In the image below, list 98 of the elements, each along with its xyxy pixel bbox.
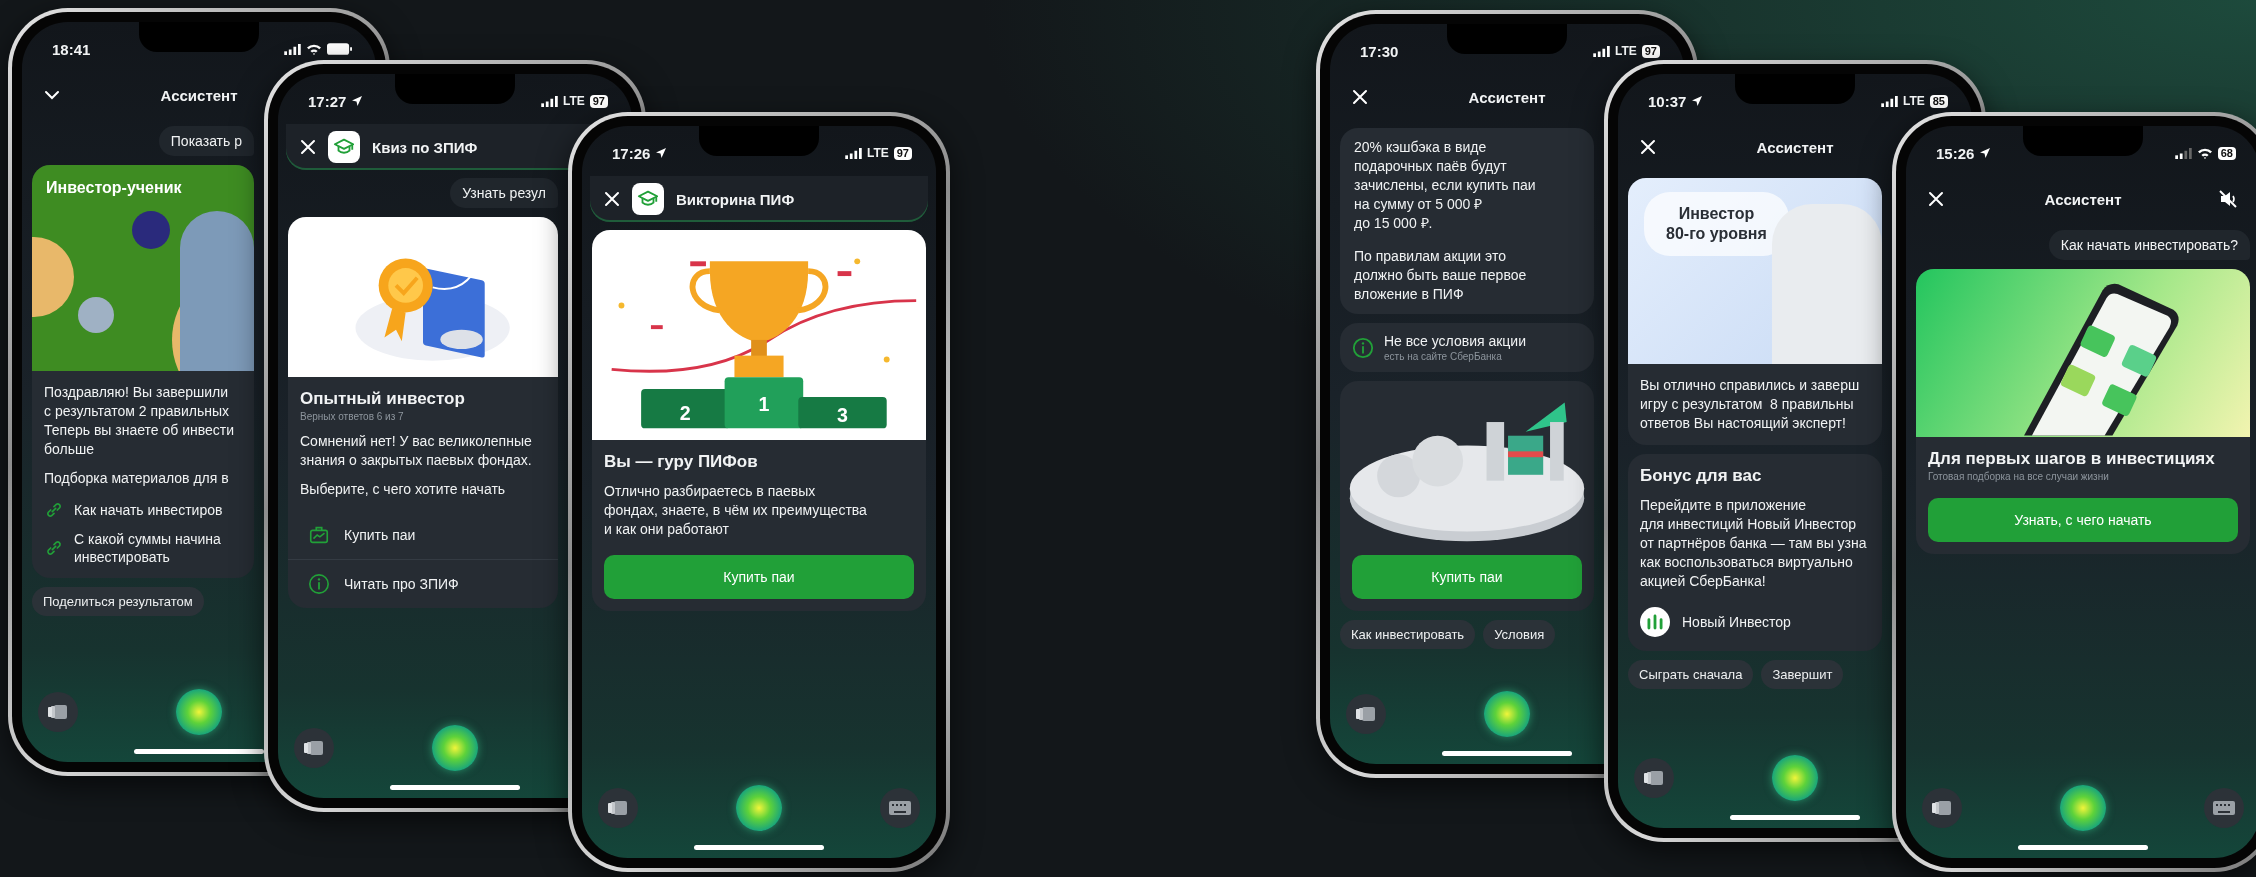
card-text: Вы отлично справились и заверш игру с результатом 8 правильны ответов Вы настоящий эксперт! <box>1640 376 1861 433</box>
battery-indicator: 68 <box>2217 146 2236 160</box>
link-icon <box>44 500 64 520</box>
keyboard-button[interactable] <box>2204 788 2244 828</box>
battery-indicator: 97 <box>1641 44 1660 58</box>
banner-title: Инвестор 80-го уровня <box>1644 192 1789 256</box>
header-title: Викторина ПИФ <box>676 190 795 208</box>
voice-assistant-orb[interactable] <box>736 785 782 831</box>
header-title: Ассистент <box>2044 190 2122 208</box>
suggestion-chip[interactable]: Как инвестировать <box>1340 620 1476 649</box>
status-time: 17:30 <box>1360 42 1399 60</box>
decor-circle <box>78 297 114 333</box>
action-link[interactable]: Купить паи <box>344 527 416 543</box>
voice-assistant-orb[interactable] <box>1484 691 1530 737</box>
voice-assistant-orb[interactable] <box>176 689 222 735</box>
close-icon[interactable] <box>604 191 620 207</box>
battery-icon <box>327 43 352 55</box>
status-time: 17:26 <box>612 144 651 162</box>
info-subtitle: есть на сайте СберБанка <box>1384 351 1503 362</box>
status-time: 10:37 <box>1648 92 1687 110</box>
header-title: Ассистент <box>1756 138 1834 156</box>
message-bubble: Как начать инвестировать? <box>2048 230 2250 260</box>
card-subtitle: Верных ответов 6 из 7 <box>300 411 405 422</box>
suggestion-chip[interactable]: Условия <box>1483 620 1556 649</box>
keyboard-icon <box>2213 801 2235 815</box>
material-link[interactable]: Как начать инвестиров <box>74 501 223 519</box>
message-bubble: Узнать резул <box>450 178 558 208</box>
suggestion-chip[interactable]: Поделиться результатом <box>32 587 204 616</box>
signal-icon <box>284 43 301 55</box>
podium-number: 1 <box>758 392 770 415</box>
keyboard-icon <box>889 801 911 815</box>
status-time: 17:27 <box>308 92 347 110</box>
app-logo-icon <box>1640 607 1670 637</box>
info-card[interactable]: Не все условия акции есть на сайте СберБанка <box>1340 323 1594 372</box>
header-title: Квиз по ЗПИФ <box>372 138 478 156</box>
close-icon[interactable] <box>1928 191 1944 207</box>
card-subtitle: Готовая подборка на все случаи жизни <box>1928 471 2110 482</box>
info-icon <box>1352 336 1374 359</box>
status-time: 15:26 <box>1936 144 1975 162</box>
cards-icon <box>1644 770 1664 786</box>
cards-button[interactable] <box>1346 694 1386 734</box>
podium-number: 3 <box>837 404 848 427</box>
app-icon <box>632 183 664 215</box>
briefcase-chart-icon <box>308 524 330 546</box>
cards-button[interactable] <box>294 728 334 768</box>
message-text: 20% кэшбэка в виде подарочных паёв будут зачислены, если купить паи на сумму от 5 000 ₽ до 15 000 ₽. <box>1354 138 1537 233</box>
info-title: Не все условия акции <box>1384 333 1526 349</box>
cards-icon <box>1932 800 1952 816</box>
card-title: Бонус для вас <box>1640 466 1763 486</box>
cards-icon <box>608 800 628 816</box>
link-icon <box>44 538 64 558</box>
card-title: Для первых шагов в инвестициях <box>1928 449 2216 469</box>
podium-number: 2 <box>679 402 691 425</box>
network-label: LTE <box>562 94 585 108</box>
suggestion-chip[interactable]: Сыграть сначала <box>1628 660 1754 689</box>
info-icon <box>308 573 330 595</box>
voice-assistant-orb[interactable] <box>1772 755 1818 801</box>
battery-indicator: 97 <box>893 146 912 160</box>
card-text: Перейдите в приложение для инвестиций Новый Инвестор от партнёров банка — там вы узна как воспользоваться виртуально акцией СберБанка! <box>1640 496 1868 591</box>
status-time: 18:41 <box>52 40 91 58</box>
cards-button[interactable] <box>598 788 638 828</box>
signal-icon <box>2174 147 2192 159</box>
message-text: По правилам акции это должно быть ваше первое вложение в ПИФ <box>1354 247 1528 304</box>
voice-assistant-orb[interactable] <box>2060 785 2106 831</box>
network-label: LTE <box>866 146 889 160</box>
close-icon[interactable] <box>1352 89 1368 105</box>
header-title: Ассистент <box>1468 88 1546 106</box>
cards-icon <box>48 704 68 720</box>
material-link[interactable]: С какой суммы начина инвестировать <box>74 530 221 566</box>
message-bubble: Показать р <box>158 126 254 156</box>
action-link[interactable]: Читать про ЗПИФ <box>344 576 459 592</box>
card-text: Поздравляю! Вы завершили с результатом 2 правильных Теперь вы знаете об инвести больше <box>44 383 235 459</box>
close-icon[interactable] <box>1640 139 1656 155</box>
decor-circle <box>132 211 170 249</box>
banner-title: Инвестор-ученик <box>46 179 182 197</box>
header-title: Ассистент <box>160 86 238 104</box>
card-title: Вы — гуру ПИФов <box>604 452 759 472</box>
voice-assistant-orb[interactable] <box>432 725 478 771</box>
card-text: Выберите, с чего хотите начать <box>300 480 507 499</box>
close-icon[interactable] <box>300 139 316 155</box>
network-label: LTE <box>1614 44 1637 58</box>
card-text: Подборка материалов для в <box>44 469 230 488</box>
card-title: Опытный инвестор <box>300 389 466 409</box>
battery-indicator: 85 <box>1929 94 1948 108</box>
card-text: Отлично разбираетесь в паевых фондах, знаете, в чём их преимущества и как они работают <box>604 482 868 539</box>
cards-button[interactable] <box>38 692 78 732</box>
cards-icon <box>1356 706 1376 722</box>
mute-icon[interactable] <box>2218 189 2238 209</box>
keyboard-button[interactable] <box>880 788 920 828</box>
card-text: Сомнений нет! У вас великолепные знания о закрытых паевых фондах. <box>300 432 533 470</box>
cards-button[interactable] <box>1922 788 1962 828</box>
app-icon <box>328 131 360 163</box>
battery-indicator: 97 <box>589 94 608 108</box>
suggestion-chip[interactable]: Завершит <box>1761 660 1844 689</box>
cards-icon <box>304 740 324 756</box>
cards-button[interactable] <box>1634 758 1674 798</box>
app-name[interactable]: Новый Инвестор <box>1682 614 1791 630</box>
network-label: LTE <box>1902 94 1925 108</box>
